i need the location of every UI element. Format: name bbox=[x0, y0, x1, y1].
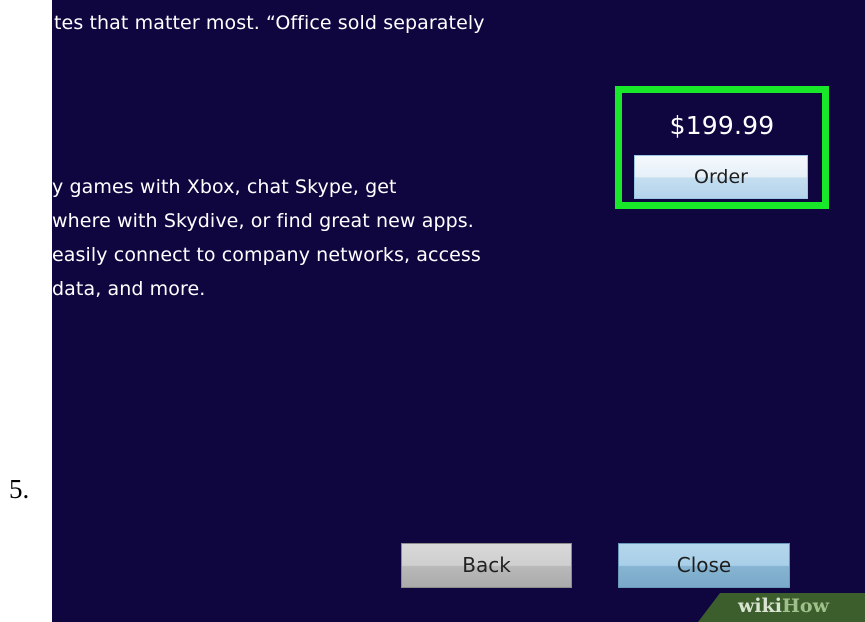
description-line: y games with Xbox, chat Skype, get bbox=[52, 176, 397, 198]
watermark-wiki: wiki bbox=[738, 595, 782, 617]
back-button[interactable]: Back bbox=[401, 543, 572, 588]
step-number: 5. bbox=[9, 474, 30, 504]
watermark-text: wikiHow bbox=[738, 595, 829, 617]
close-button[interactable]: Close bbox=[618, 543, 790, 588]
watermark-how: How bbox=[781, 595, 829, 617]
product-description: y games with Xbox, chat Skype, get where… bbox=[52, 170, 592, 306]
store-screen: tes that matter most. “Office sold separ… bbox=[52, 0, 865, 622]
price-highlight-box: $199.99 Order bbox=[615, 86, 829, 209]
description-top-line: tes that matter most. “Office sold separ… bbox=[54, 12, 485, 34]
description-line: easily connect to company networks, acce… bbox=[52, 244, 481, 266]
description-line: where with Skydive, or find great new ap… bbox=[52, 210, 474, 232]
wikihow-watermark: wikiHow bbox=[698, 593, 865, 622]
description-line: data, and more. bbox=[52, 278, 206, 300]
order-button[interactable]: Order bbox=[634, 155, 808, 199]
price-label: $199.99 bbox=[669, 111, 775, 140]
